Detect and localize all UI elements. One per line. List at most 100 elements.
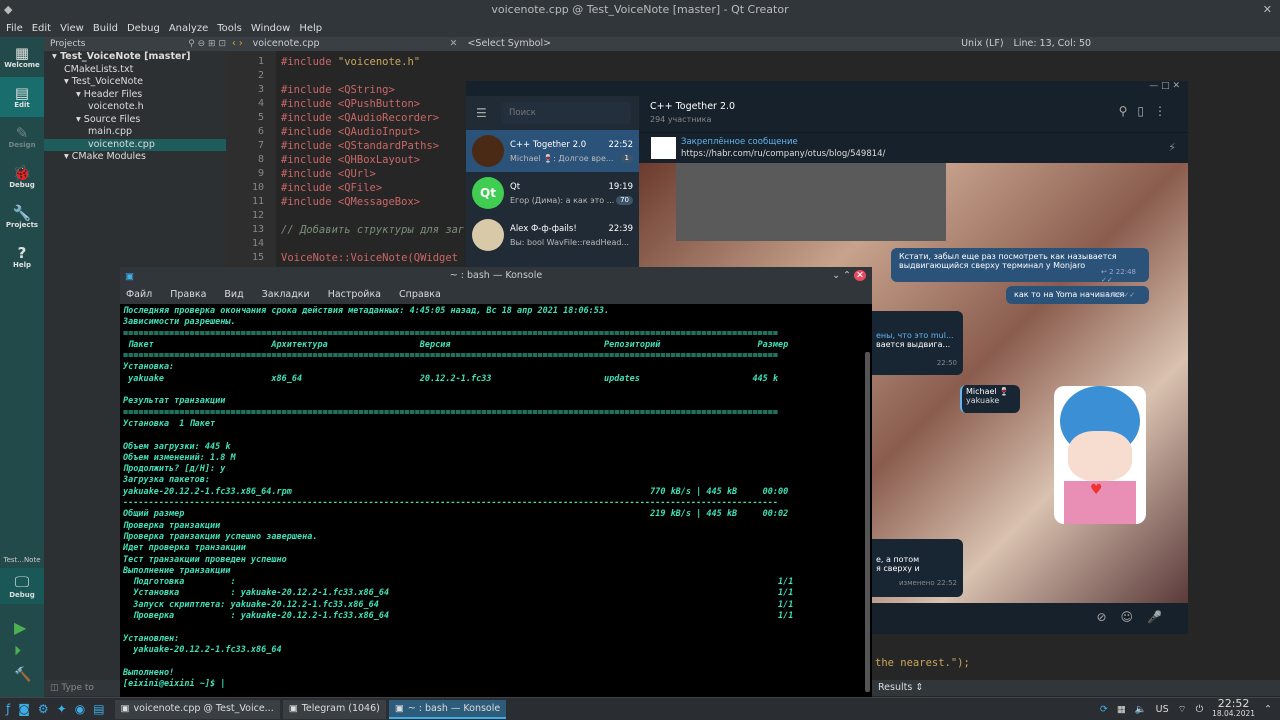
message-bubble-incoming[interactable]: е, а потом я сверху и изменено 22:52: [866, 539, 963, 597]
chat-item[interactable]: Qt Qt 19:19 Егор (Дима): а как это ... 70: [466, 172, 639, 214]
taskbar-task[interactable]: ▣ ~ : bash — Konsole: [388, 699, 507, 719]
taskbar-task[interactable]: ▣ Telegram (1046): [282, 699, 386, 719]
hamburger-menu-icon[interactable]: ☰: [476, 106, 487, 120]
locator-input[interactable]: ◫ Type to: [44, 680, 120, 696]
search-input[interactable]: Поиск: [501, 102, 631, 124]
chat-item[interactable]: C++ Together 2.0 22:52 Michael 🍷: Долгое в…: [466, 130, 639, 172]
terminal-line: yakuake x86_64 20.12.2-1.fc33 updates 44…: [123, 373, 779, 384]
message-bubble-incoming[interactable]: ены, что это mul... вается выдвига... 22…: [866, 311, 963, 375]
menu-analyze[interactable]: Analyze: [169, 23, 208, 34]
mode-debug[interactable]: 🐞 Debug: [0, 157, 44, 197]
mode-projects[interactable]: 🔧 Projects: [0, 197, 44, 237]
nav-back-icon[interactable]: ‹ ›: [232, 37, 243, 51]
debug-run-icon[interactable]: ⏵: [14, 643, 21, 659]
menu-view[interactable]: View: [60, 23, 84, 34]
menu-build[interactable]: Build: [93, 23, 118, 34]
update-icon[interactable]: ⟳: [1100, 704, 1108, 715]
line-number: 1: [257, 56, 264, 67]
mode-help[interactable]: ? Help: [0, 237, 44, 277]
volume-icon[interactable]: 🔈: [1135, 704, 1147, 715]
grid-icon: ▦: [14, 44, 30, 62]
power-icon[interactable]: ⏻: [1196, 704, 1204, 715]
filter-icon[interactable]: ⚲ ⊖ ⊞ ⊡: [188, 37, 226, 51]
discord-icon[interactable]: ◙: [18, 702, 30, 716]
menu-help[interactable]: Help: [299, 23, 322, 34]
menu-file[interactable]: File: [6, 23, 23, 34]
tree-item[interactable]: main.cpp: [44, 126, 226, 139]
tree-item[interactable]: ▾ Header Files: [44, 89, 226, 102]
close-icon[interactable]: ✕: [1172, 81, 1180, 91]
results-tab[interactable]: Results: [878, 682, 912, 693]
konsole-menu-item[interactable]: Файл: [126, 289, 152, 300]
show-desktop-icon[interactable]: ⌃: [1264, 704, 1272, 715]
unpin-icon[interactable]: ⚡: [1168, 141, 1176, 154]
menu-edit[interactable]: Edit: [32, 23, 51, 34]
keyboard-layout[interactable]: US: [1156, 704, 1169, 715]
chat-item[interactable]: Alex Ф-ф-фails! 22:39 Вы: bool WavFile::re…: [466, 214, 639, 256]
tree-item[interactable]: voicenote.cpp: [44, 138, 226, 151]
close-icon[interactable]: ✕: [854, 270, 866, 281]
kde-icon[interactable]: ✦: [57, 702, 67, 716]
steam-icon[interactable]: ⚙: [38, 702, 49, 716]
image-message[interactable]: [676, 163, 946, 241]
tree-item[interactable]: ▾ CMake Modules: [44, 151, 226, 164]
sticker[interactable]: ♥: [1054, 386, 1146, 524]
app-menu-icon[interactable]: ◆: [4, 3, 12, 16]
locator-placeholder: Type to: [61, 683, 94, 693]
tree-item[interactable]: voicenote.h: [44, 101, 226, 114]
symbol-selector[interactable]: <Select Symbol>: [467, 37, 551, 51]
tree-item[interactable]: ▾ Test_VoiceNote [master]: [44, 51, 226, 64]
minimize-icon[interactable]: —: [1149, 81, 1158, 91]
chat-actions-icon[interactable]: ⚲▯⋮: [1119, 104, 1176, 118]
taskbar-task[interactable]: ▣ voicenote.cpp @ Test_Voice...: [114, 699, 280, 719]
maximize-icon[interactable]: □: [1161, 81, 1170, 91]
close-file-icon[interactable]: ✕: [449, 37, 457, 51]
tree-item[interactable]: ▾ Source Files: [44, 114, 226, 127]
network-icon[interactable]: ⌔: [1178, 704, 1187, 715]
terminal-output[interactable]: Последняя проверка окончания срока дейст…: [120, 304, 872, 692]
menu-window[interactable]: Window: [251, 23, 290, 34]
menu-debug[interactable]: Debug: [127, 23, 160, 34]
files-icon[interactable]: ▤: [93, 702, 104, 716]
chat-time: 22:39: [608, 223, 634, 234]
pinned-message[interactable]: Закреплённое сообщение https://habr.com/…: [639, 132, 1188, 163]
konsole-menu-item[interactable]: Закладки: [262, 289, 310, 300]
message-text: е, а потом: [876, 555, 920, 564]
konsole-menu-item[interactable]: Настройка: [328, 289, 381, 300]
browser-icon[interactable]: ◉: [75, 702, 85, 716]
mode-welcome[interactable]: ▦ Welcome: [0, 37, 44, 77]
build-hammer-icon[interactable]: 🔨: [14, 667, 31, 683]
clock[interactable]: 22:52 18.04.2021: [1212, 698, 1255, 719]
tree-item-label: Source Files: [83, 113, 141, 125]
konsole-menu-item[interactable]: Правка: [170, 289, 206, 300]
message-time-value: 22:48: [1101, 291, 1122, 299]
pinned-link[interactable]: https://habr.com/ru/company/otus/blog/54…: [681, 149, 885, 159]
menu-tools[interactable]: Tools: [217, 23, 242, 34]
mode-design[interactable]: ✎ Design: [0, 117, 44, 157]
mode-label: Edit: [14, 101, 30, 109]
run-icon[interactable]: ▶: [14, 618, 26, 637]
reply-preview[interactable]: Michael 🍷 yakuake: [960, 385, 1020, 413]
konsole-menu-item[interactable]: Вид: [224, 289, 243, 300]
line-ending-selector[interactable]: Unix (LF): [961, 37, 1003, 51]
message-bubble[interactable]: Кстати, забыл еще раз посмотреть как наз…: [891, 248, 1149, 284]
clipboard-icon[interactable]: ▦: [1117, 704, 1126, 715]
fedora-icon[interactable]: ƒ: [6, 702, 10, 716]
terminal-line: ========================================…: [123, 407, 779, 418]
window-controls[interactable]: ⌄ ⌃ ✕: [832, 267, 866, 284]
terminal-scrollbar[interactable]: [865, 352, 870, 692]
mode-edit[interactable]: ▤ Edit: [0, 77, 44, 117]
file-selector[interactable]: voicenote.cpp: [253, 37, 320, 51]
konsole-titlebar: ▣ ~ : bash — Konsole ⌄ ⌃ ✕: [120, 267, 872, 284]
tree-item[interactable]: ▾ Test_VoiceNote: [44, 76, 226, 89]
close-icon[interactable]: ✕: [1263, 3, 1272, 16]
konsole-menu-item[interactable]: Справка: [399, 289, 441, 300]
tree-item[interactable]: CMakeLists.txt: [44, 64, 226, 77]
output-pane-bar[interactable]: Results ⇕: [872, 680, 1280, 696]
kit-selector[interactable]: 🖵 Debug: [0, 568, 44, 604]
chat-subtitle: 294 участника: [650, 115, 712, 124]
terminal-line: Последняя проверка окончания срока дейст…: [123, 306, 610, 316]
compose-actions-icon[interactable]: ⊘☺🎤: [1096, 610, 1176, 624]
message-bubble[interactable]: как то на Yoma начинался 22:48 ✓✓: [1006, 286, 1149, 304]
chat-preview-row: Вы: bool WavFile::readHead...: [510, 238, 633, 247]
